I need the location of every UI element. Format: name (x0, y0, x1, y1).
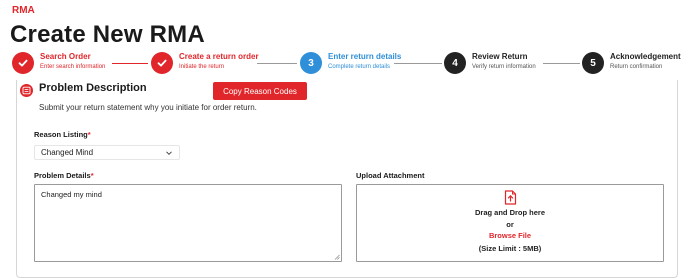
section-title: Problem Description (39, 82, 147, 94)
step-title: Enter return details (328, 52, 402, 61)
upload-attachment-label: Upload Attachment (356, 171, 425, 180)
reason-listing-select[interactable]: Changed Mind (34, 145, 180, 160)
step-title: Review Return (472, 52, 528, 61)
step-number: 3 (300, 52, 322, 74)
check-icon (12, 52, 34, 74)
step-search-order[interactable]: Search Order Enter search information (12, 52, 105, 78)
size-limit-text: (Size Limit : 5MB) (478, 244, 542, 253)
progress-stepper: Search Order Enter search information Cr… (12, 52, 688, 78)
breadcrumb[interactable]: RMA (12, 5, 35, 16)
upload-dropzone[interactable]: Drag and Drop here or Browse File (Size … (356, 184, 664, 262)
step-number: 4 (444, 52, 466, 74)
check-icon (151, 52, 173, 74)
step-acknowledgement[interactable]: 5 Acknowledgement Return confirmation (582, 52, 681, 78)
file-upload-icon (504, 190, 517, 205)
step-title: Search Order (40, 52, 91, 61)
section-subtitle: Submit your return statement why you ini… (39, 103, 257, 112)
step-connector (543, 63, 580, 64)
step-subtitle: Verify return information (472, 64, 536, 70)
step-connector (257, 63, 297, 64)
step-subtitle: Initiate the return (179, 64, 225, 70)
step-create-return-order[interactable]: Create a return order Initiate the retur… (151, 52, 259, 78)
step-subtitle: Enter search information (40, 64, 106, 70)
step-connector (112, 63, 148, 64)
chevron-down-icon (166, 151, 172, 156)
reason-listing-label-text: Reason Listing (34, 130, 88, 139)
reason-listing-value: Changed Mind (41, 148, 94, 157)
problem-details-label-text: Problem Details (34, 171, 91, 180)
problem-details-textarea[interactable]: Changed my mind (34, 184, 342, 262)
step-review-return[interactable]: 4 Review Return Verify return informatio… (444, 52, 536, 78)
problem-details-value: Changed my mind (41, 190, 102, 199)
list-icon (20, 84, 33, 97)
step-enter-return-details[interactable]: 3 Enter return details Complete return d… (300, 52, 401, 78)
resize-handle-icon[interactable] (334, 254, 340, 260)
copy-reason-codes-button[interactable]: Copy Reason Codes (213, 82, 307, 100)
step-title: Create a return order (179, 52, 259, 61)
step-number: 5 (582, 52, 604, 74)
step-title: Acknowledgement (610, 52, 681, 61)
step-subtitle: Return confirmation (610, 64, 663, 70)
problem-details-label: Problem Details* (34, 171, 94, 180)
required-mark: * (87, 130, 91, 139)
browse-file-link[interactable]: Browse File (357, 231, 663, 240)
drag-drop-text: Drag and Drop here (474, 208, 545, 217)
required-mark: * (90, 171, 94, 180)
reason-listing-label: Reason Listing* (34, 130, 91, 139)
step-subtitle: Complete return details (328, 64, 391, 70)
page-title: Create New RMA (10, 21, 205, 48)
or-text: or (506, 220, 514, 229)
